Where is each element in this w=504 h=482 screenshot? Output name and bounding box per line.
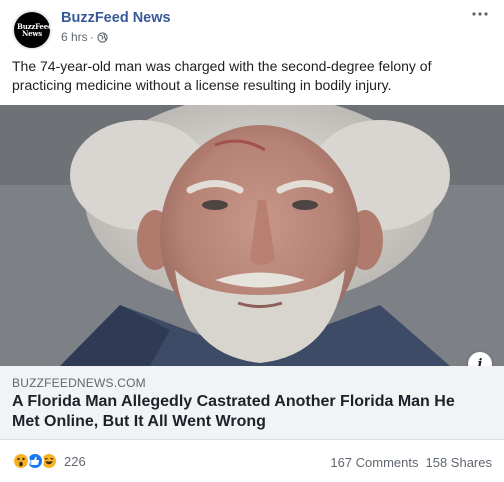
post-time-link[interactable]: 6 hrs (61, 30, 88, 44)
engagement-stats: 167 Comments 158 Shares (330, 455, 492, 470)
link-preview-image[interactable] (0, 105, 504, 366)
more-options-icon[interactable] (468, 4, 492, 24)
page-name-link[interactable]: BuzzFeed News (61, 10, 171, 26)
link-title[interactable]: A Florida Man Allegedly Castrated Anothe… (12, 392, 482, 432)
post-caption: The 74-year-old man was charged with the… (12, 58, 432, 93)
page-avatar[interactable]: BuzzFeed News (12, 10, 53, 50)
avatar-logo-text: BuzzFeed News (17, 22, 53, 38)
comments-count-link[interactable]: 167 Comments (330, 455, 418, 470)
post-header: BuzzFeed News BuzzFeed News 6 hrs · (0, 0, 504, 52)
link-domain: BUZZFEEDNEWS.COM (12, 376, 146, 390)
wow-reaction-icon (12, 452, 30, 470)
post-footer: 226 167 Comments 158 Shares (0, 440, 504, 482)
post-meta: 6 hrs · (61, 30, 108, 44)
reactions-summary[interactable]: 226 (12, 452, 86, 470)
shares-count-link[interactable]: 158 Shares (426, 455, 493, 470)
meta-separator: · (89, 30, 94, 44)
globe-icon[interactable] (97, 31, 108, 43)
mugshot-photo (0, 105, 504, 366)
link-preview[interactable]: BUZZFEEDNEWS.COM A Florida Man Allegedly… (0, 366, 504, 440)
facebook-post: BuzzFeed News BuzzFeed News 6 hrs · The … (0, 0, 504, 482)
reaction-count: 226 (64, 453, 86, 469)
